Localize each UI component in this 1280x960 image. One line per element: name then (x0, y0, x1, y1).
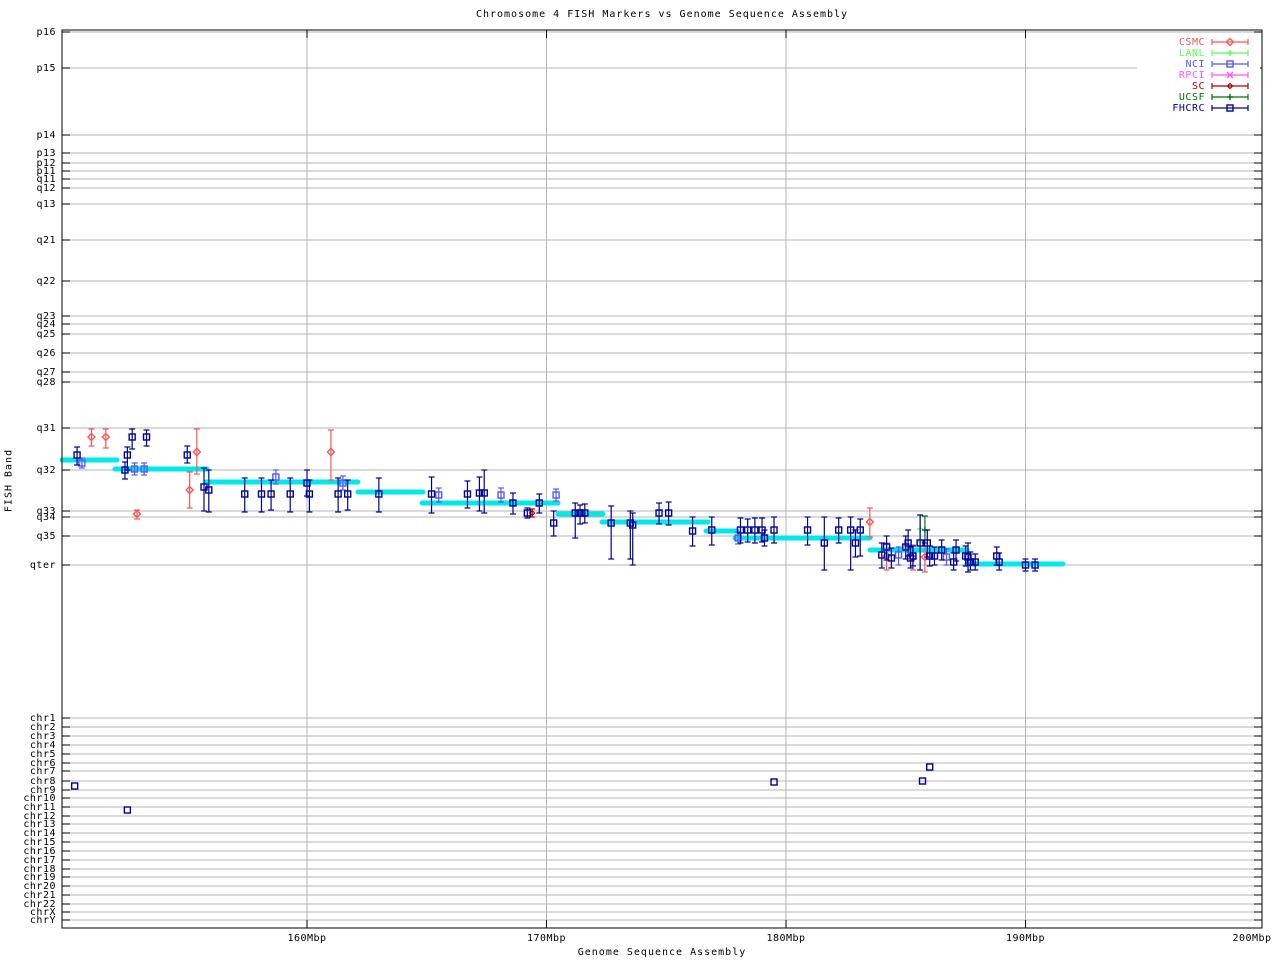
sc-point (532, 513, 533, 514)
x-tick-label: 200Mbp (1232, 933, 1271, 944)
y-tick-label: q21 (36, 235, 56, 246)
y-tick-label: q32 (36, 465, 56, 476)
fhcrc-point (72, 783, 78, 789)
fhcrc-point (927, 764, 933, 770)
chart-container: p16p15p14p13p12p11q11q12q13q21q22q23q24q… (0, 0, 1280, 960)
y-tick-label: q34 (36, 512, 56, 523)
y-tick-label: q31 (36, 423, 56, 434)
x-tick-label: 190Mbp (1006, 933, 1045, 944)
legend-label-sc: SC (1192, 81, 1205, 92)
legend-sample-marker (1230, 86, 1231, 87)
x-tick-label: 170Mbp (527, 933, 566, 944)
x-axis-label: Genome Sequence Assembly (62, 947, 1262, 958)
x-tick-label: 160Mbp (287, 933, 326, 944)
y-tick-label: q13 (36, 199, 56, 210)
legend-label-nci: NCI (1185, 59, 1205, 70)
y-tick-label: q25 (36, 329, 56, 340)
legend-label-rpci: RPCI (1179, 70, 1205, 81)
legend-label-lanl: LANL (1179, 48, 1205, 59)
y-axis-label: FISH Band (4, 441, 15, 521)
y-tick-label: qter (30, 560, 56, 571)
y-tick-label: q22 (36, 276, 56, 287)
fhcrc-point (124, 807, 130, 813)
chart-title: Chromosome 4 FISH Markers vs Genome Sequ… (62, 9, 1262, 20)
y-tick-label: q12 (36, 183, 56, 194)
y-tick-label: p16 (36, 27, 56, 38)
y-tick-label: q35 (36, 531, 56, 542)
y-tick-label: p15 (36, 63, 56, 74)
y-tick-label: p14 (36, 130, 56, 141)
y-tick-label: q26 (36, 348, 56, 359)
chart-canvas: p16p15p14p13p12p11q11q12q13q21q22q23q24q… (0, 0, 1280, 960)
x-tick-label: 180Mbp (766, 933, 805, 944)
legend-label-ucsf: UCSF (1179, 92, 1205, 103)
y-tick-label: q28 (36, 377, 56, 388)
fhcrc-point (771, 779, 777, 785)
plot-border (62, 30, 1262, 928)
legend-label-csmc: CSMC (1179, 37, 1205, 48)
legend-label-fhcrc: FHCRC (1172, 103, 1205, 114)
y-tick-label: chrY (30, 915, 56, 926)
